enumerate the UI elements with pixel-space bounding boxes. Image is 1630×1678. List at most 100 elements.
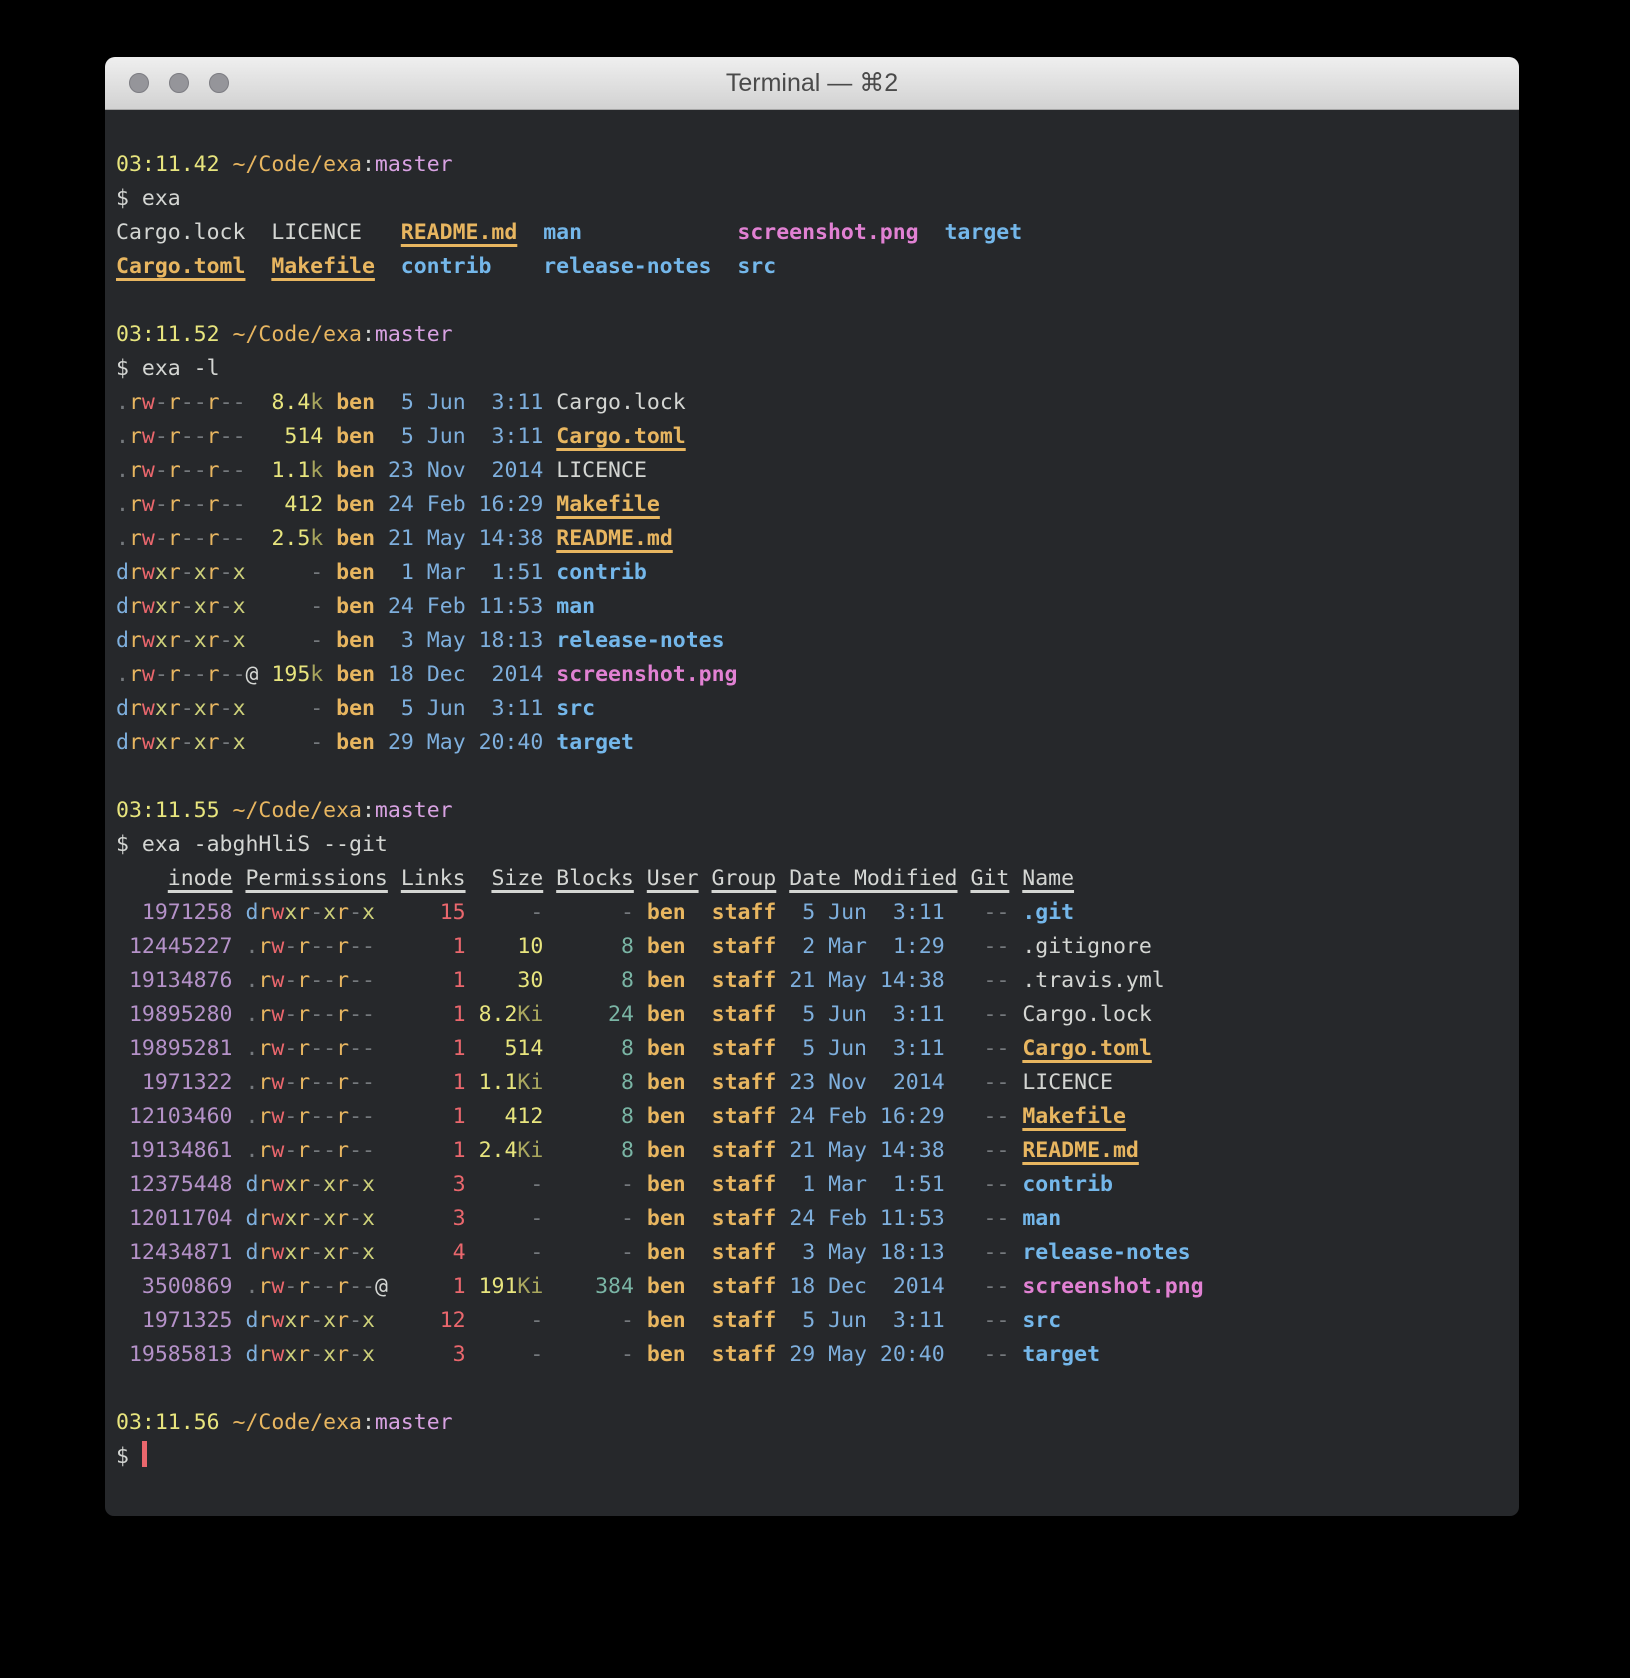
text-segment: 8 <box>556 1070 634 1095</box>
permission-char: - <box>362 1274 375 1299</box>
window-titlebar[interactable]: Terminal — ⌘2 <box>105 57 1519 110</box>
text-segment: ben <box>336 560 375 585</box>
text-segment: 8 <box>556 1138 634 1163</box>
text-segment: - <box>271 594 323 619</box>
permission-char: r <box>336 900 349 925</box>
close-button[interactable] <box>129 73 149 93</box>
text-segment: src <box>1022 1308 1061 1333</box>
permission-char: @ <box>246 662 259 687</box>
permission-char <box>388 968 401 993</box>
text-segment <box>634 1104 647 1129</box>
text-segment <box>375 594 388 619</box>
text-segment <box>375 492 388 517</box>
permission-char: - <box>284 1138 297 1163</box>
permission-char: - <box>323 1002 336 1027</box>
terminal-line: 12375448 drwxr-xr-x 3 - - ben staff 1 Ma… <box>116 1168 1511 1202</box>
text-segment <box>233 1240 246 1265</box>
text-segment: Cargo.toml <box>556 424 685 449</box>
terminal-line: 12434871 drwxr-xr-x 4 - - ben staff 3 Ma… <box>116 1236 1511 1270</box>
text-segment: ben <box>336 730 375 755</box>
permission-char <box>375 1308 388 1333</box>
permission-char: - <box>349 1070 362 1095</box>
permission-char: - <box>349 934 362 959</box>
text-segment: - <box>556 1308 634 1333</box>
text-segment <box>776 1070 789 1095</box>
permission-char <box>388 1070 401 1095</box>
permission-char: r <box>258 1002 271 1027</box>
permission-char: r <box>297 934 310 959</box>
permission-char: x <box>155 594 168 619</box>
text-segment <box>466 866 492 891</box>
text-segment: staff <box>712 1206 777 1231</box>
text-segment: 514 <box>479 1036 544 1061</box>
text-segment: k <box>310 458 323 483</box>
text-segment: - <box>479 1240 544 1265</box>
permission-char: - <box>181 526 194 551</box>
text-segment: - <box>556 1342 634 1367</box>
text-segment <box>776 1002 789 1027</box>
minimize-button[interactable] <box>169 73 189 93</box>
text-segment <box>543 458 556 483</box>
permission-char: x <box>323 1342 336 1367</box>
permission-char: - <box>181 458 194 483</box>
permission-char <box>375 1206 388 1231</box>
text-segment: -- <box>984 1172 1010 1197</box>
permission-char: r <box>168 696 181 721</box>
text-segment: -- <box>984 1308 1010 1333</box>
text-segment <box>375 730 388 755</box>
permission-char: r <box>336 1308 349 1333</box>
text-segment: 29 May 20:40 <box>789 1342 944 1367</box>
text-segment: 24 Feb 11:53 <box>789 1206 944 1231</box>
permission-char <box>246 730 259 755</box>
permission-char <box>246 526 259 551</box>
text-segment: contrib <box>556 560 647 585</box>
zoom-button[interactable] <box>209 73 229 93</box>
text-segment <box>233 1002 246 1027</box>
permission-char: - <box>323 968 336 993</box>
permission-char <box>388 1002 401 1027</box>
text-segment <box>776 1342 789 1367</box>
permission-char <box>388 1342 401 1367</box>
permission-char: r <box>336 1070 349 1095</box>
text-segment: ben <box>647 1206 686 1231</box>
text-segment <box>543 560 556 585</box>
permission-char: - <box>155 424 168 449</box>
text-segment: ben <box>647 1274 686 1299</box>
text-segment: 8.4 <box>271 390 310 415</box>
permission-char: r <box>297 900 310 925</box>
permission-char: - <box>284 1274 297 1299</box>
text-segment <box>945 1002 984 1027</box>
permission-char: - <box>310 1036 323 1061</box>
permission-char: r <box>207 390 220 415</box>
text-segment <box>543 730 556 755</box>
terminal-cursor <box>142 1441 147 1467</box>
text-segment: - <box>479 1308 544 1333</box>
terminal-output[interactable]: 03:11.42 ~/Code/exa:master$ exaCargo.loc… <box>105 110 1519 1474</box>
permission-char: r <box>168 390 181 415</box>
permission-char <box>375 1104 388 1129</box>
permission-char: w <box>271 1070 284 1095</box>
text-segment: 1 Mar 1:51 <box>388 560 543 585</box>
text-segment: 15 <box>401 900 466 925</box>
text-segment <box>634 1172 647 1197</box>
text-segment <box>375 696 388 721</box>
terminal-line: drwxr-xr-x - ben 3 May 18:13 release-not… <box>116 624 1511 658</box>
text-segment: 12011704 <box>116 1206 233 1231</box>
text-segment: 19895281 <box>116 1036 233 1061</box>
permission-char: . <box>245 1138 258 1163</box>
text-segment <box>634 1138 647 1163</box>
text-segment <box>543 1002 556 1027</box>
text-segment: README.md <box>556 526 673 551</box>
permission-char: r <box>207 696 220 721</box>
permission-char: - <box>181 390 194 415</box>
text-segment: -- <box>984 1138 1010 1163</box>
text-segment <box>958 866 971 891</box>
text-segment: $ exa -abghHliS --git <box>116 832 388 857</box>
permission-char: w <box>271 1172 284 1197</box>
text-segment: 5 Jun 3:11 <box>388 696 543 721</box>
text-segment: k <box>310 662 323 687</box>
text-segment <box>582 220 737 245</box>
text-segment <box>323 628 336 653</box>
permission-char: r <box>129 458 142 483</box>
text-segment <box>776 1138 789 1163</box>
